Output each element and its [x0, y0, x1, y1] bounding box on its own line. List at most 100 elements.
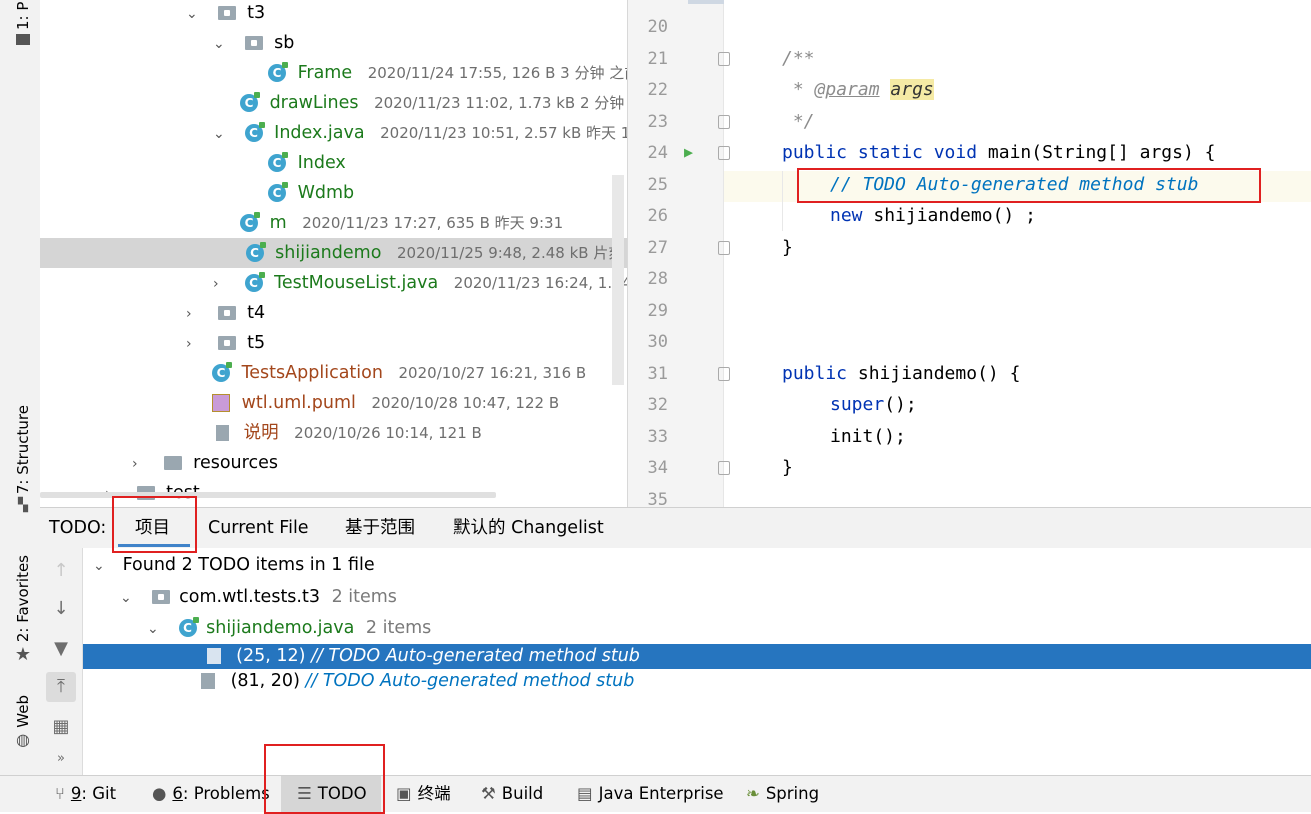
next-todo-arrow-down-icon[interactable]: ↓: [46, 594, 76, 624]
fold-icon[interactable]: [718, 146, 730, 160]
todo-package-row[interactable]: ⌄ com.wtl.tests.t3 2 items: [120, 583, 397, 611]
line-number: 35: [647, 490, 668, 507]
line-number: 27: [647, 238, 668, 258]
chevron-right-icon[interactable]: ›: [186, 329, 200, 359]
tree-node-index-java[interactable]: ⌄ C Index.java 2020/11/23 10:51, 2.57 kB…: [213, 118, 627, 148]
chevron-right-icon[interactable]: ›: [132, 449, 146, 479]
code-line-32: super();: [830, 394, 917, 415]
class-icon: C: [268, 182, 288, 202]
terminal-icon: ▣: [396, 784, 412, 803]
tree-node-t4[interactable]: › t4: [186, 298, 265, 328]
build-tool-button[interactable]: ⚒ Build: [481, 776, 543, 812]
todo-item-row[interactable]: (81, 20) // TODO Auto-generated method s…: [201, 669, 634, 694]
tree-node-drawlines[interactable]: C drawLines 2020/11/23 11:02, 1.73 kB 2 …: [240, 88, 627, 118]
tree-node-sb[interactable]: ⌄ sb: [213, 28, 294, 58]
line-number: 23: [647, 112, 668, 132]
line-number: 24: [647, 143, 668, 163]
line-number: 26: [647, 206, 668, 226]
git-tool-button[interactable]: ⑂ 9: Git: [55, 776, 116, 812]
todo-toolbar: ↑ ↓ ▼ ⤒ ▦ »: [40, 548, 83, 775]
tree-node-readme[interactable]: 说明 2020/10/26 10:14, 121 B: [216, 418, 482, 448]
tree-node-testsapplication[interactable]: C TestsApplication 2020/10/27 16:21, 316…: [212, 358, 586, 388]
fold-icon[interactable]: [718, 52, 730, 66]
class-icon: C: [240, 92, 260, 112]
todo-tree: ⌄ Found 2 TODO items in 1 file ⌄ com.wtl…: [83, 548, 1311, 775]
project-tool-tab[interactable]: 1: Project: [8, 2, 38, 45]
project-vertical-scrollbar[interactable]: [612, 175, 624, 385]
line-number: 22: [647, 80, 668, 100]
class-icon: C: [268, 152, 288, 172]
text-file-icon: [216, 425, 229, 441]
previous-todo-arrow-up-icon[interactable]: ↑: [46, 556, 76, 586]
problems-tool-button[interactable]: ● 6: Problems: [152, 776, 270, 812]
fold-icon[interactable]: [718, 461, 730, 475]
java-enterprise-tool-button[interactable]: ▤ Java Enterprise: [577, 776, 724, 812]
code-text: shijiandemo() {: [857, 363, 1021, 384]
chevron-down-icon[interactable]: ⌄: [93, 552, 107, 580]
tree-node-testmouselist[interactable]: › C TestMouseList.java 2020/11/23 16:24,…: [213, 268, 627, 298]
fold-icon[interactable]: [718, 367, 730, 381]
star-icon: ★: [14, 644, 32, 666]
tree-node-m[interactable]: C m 2020/11/23 17:27, 635 B 昨天 9:31: [240, 208, 563, 238]
keyword: new: [830, 205, 874, 226]
chevron-down-icon[interactable]: ⌄: [213, 119, 227, 149]
highlight-box-todo-code: [797, 168, 1261, 203]
todo-summary-row[interactable]: ⌄ Found 2 TODO items in 1 file: [93, 551, 375, 579]
class-icon: C: [244, 272, 265, 292]
project-horizontal-scrollbar[interactable]: [40, 492, 496, 498]
group-by-icon[interactable]: ▦: [46, 712, 76, 742]
favorites-tool-tab[interactable]: 2: Favorites ★: [8, 555, 38, 665]
web-tool-tab[interactable]: Web ◍: [8, 695, 38, 749]
chevron-right-icon[interactable]: ›: [213, 269, 227, 299]
tree-node-t3[interactable]: ⌄ t3: [186, 0, 265, 28]
tree-node-wdmb[interactable]: C Wdmb: [268, 178, 354, 208]
code-line-26: new shijiandemo() ;: [830, 205, 1036, 226]
keyword: super: [830, 394, 885, 415]
tab-scope-based[interactable]: 基于范围: [345, 508, 415, 548]
line-number: 30: [647, 332, 668, 352]
chevron-down-icon[interactable]: ⌄: [120, 584, 134, 612]
tab-current-file[interactable]: Current File: [208, 508, 309, 548]
package-folder-icon: [217, 336, 236, 350]
filter-icon[interactable]: ▼: [46, 634, 76, 664]
indent-guide: [782, 171, 783, 231]
spring-tool-button[interactable]: ❧ Spring: [746, 776, 819, 812]
code-editor[interactable]: 20 21 22 23 24 25 26 27 28 29 30 31 32 3…: [627, 0, 1311, 507]
code-text: shijiandemo() ;: [873, 205, 1036, 226]
tab-default-changelist[interactable]: 默认的 Changelist: [453, 508, 604, 548]
line-number: 34: [647, 458, 668, 478]
tree-node-index[interactable]: C Index: [268, 148, 346, 178]
tree-node-uml-file[interactable]: wtl.uml.puml 2020/10/28 10:47, 122 B: [212, 388, 559, 418]
todo-file-row[interactable]: ⌄ C shijiandemo.java 2 items: [147, 614, 431, 642]
class-icon: C: [178, 617, 199, 637]
more-actions-icon[interactable]: »: [46, 744, 76, 774]
spring-icon: ❧: [746, 784, 760, 803]
code-line-23: */: [782, 111, 815, 132]
terminal-tool-button[interactable]: ▣ 终端: [396, 776, 451, 812]
autoscroll-to-source-icon[interactable]: ⤒: [46, 672, 76, 702]
line-number: 25: [647, 175, 668, 195]
chevron-down-icon[interactable]: ⌄: [147, 615, 161, 643]
code-text: main(String[] args) {: [987, 142, 1216, 163]
run-icon[interactable]: ▶: [684, 143, 693, 161]
line-number: 32: [647, 395, 668, 415]
structure-tool-tab[interactable]: 7: Structure ▚: [8, 405, 38, 513]
code-line-34: }: [782, 457, 793, 478]
tree-node-t5[interactable]: › t5: [186, 328, 265, 358]
code-line-21: /**: [782, 48, 815, 69]
keyword: public static void: [782, 142, 988, 163]
todo-panel-header: TODO: 项目 Current File 基于范围 默认的 Changelis…: [40, 507, 1311, 549]
todo-item-row[interactable]: (25, 12) // TODO Auto-generated method s…: [83, 644, 1311, 669]
chevron-right-icon[interactable]: ›: [186, 299, 200, 329]
package-folder-icon: [217, 306, 236, 320]
fold-icon[interactable]: [718, 241, 730, 255]
highlight-box-todo-button: [264, 744, 385, 814]
tree-node-resources[interactable]: › resources: [132, 448, 278, 478]
tree-node-shijiandemo[interactable]: C shijiandemo 2020/11/25 9:48, 2.48 kB 片…: [40, 238, 627, 268]
fold-icon[interactable]: [718, 115, 730, 129]
todo-panel-label: TODO:: [49, 518, 107, 538]
chevron-down-icon[interactable]: ⌄: [186, 0, 200, 29]
tree-node-frame[interactable]: C Frame 2020/11/24 17:55, 126 B 3 分钟 之前: [268, 58, 627, 88]
todo-item-icon: [201, 673, 215, 689]
chevron-down-icon[interactable]: ⌄: [213, 29, 227, 59]
